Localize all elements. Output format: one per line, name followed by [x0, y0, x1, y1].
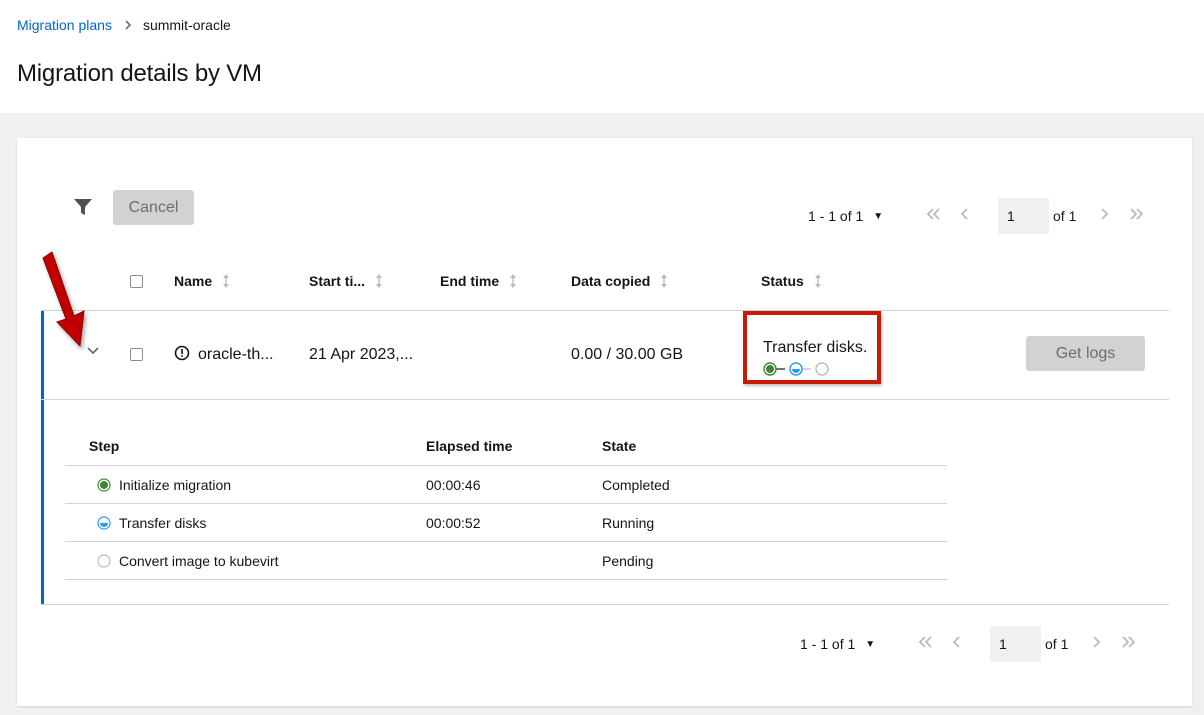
step-label: Transfer disks	[119, 515, 207, 531]
column-name-label: Name	[174, 273, 213, 289]
steps-column-state: State	[602, 438, 637, 454]
select-all-checkbox[interactable]	[130, 275, 143, 288]
column-end-label: End time	[440, 273, 500, 289]
caret-down-icon: ▼	[865, 638, 876, 650]
page-title: Migration details by VM	[17, 60, 262, 87]
steps-column-step: Step	[89, 438, 120, 454]
status-highlight-box: Transfer disks.	[743, 311, 881, 384]
last-page-icon[interactable]	[1129, 208, 1143, 220]
previous-page-icon[interactable]	[961, 208, 969, 220]
sort-icon[interactable]	[814, 274, 822, 288]
completed-circle-icon	[97, 478, 111, 492]
vm-name[interactable]: oracle-th...	[198, 346, 274, 364]
column-header-data-copied[interactable]: Data copied	[571, 273, 668, 289]
step-label: Convert image to kubevirt	[119, 553, 279, 569]
table-row: oracle-th... 21 Apr 2023,... 0.00 / 30.0…	[41, 311, 1169, 400]
previous-page-icon[interactable]	[953, 636, 961, 648]
pagination-range-text: 1 - 1 of 1	[800, 636, 856, 652]
step-state: Pending	[602, 553, 654, 569]
pagination-bottom: 1 - 1 of 1 ▼ of 1	[17, 626, 1192, 662]
step-elapsed: 00:00:52	[426, 515, 481, 531]
column-header-start-time[interactable]: Start ti...	[309, 273, 383, 289]
get-logs-button[interactable]: Get logs	[1026, 336, 1145, 371]
steps-table-header: Step Elapsed time State	[65, 430, 947, 466]
caret-down-icon: ▼	[873, 210, 884, 222]
last-page-icon[interactable]	[1121, 636, 1135, 648]
step-label: Initialize migration	[119, 477, 232, 493]
step-row: Initialize migration 00:00:46 Completed	[65, 466, 947, 504]
page-total-label: of 1	[1045, 636, 1069, 652]
pagination-top: 1 - 1 of 1 ▼ of 1	[17, 198, 1192, 234]
breadcrumb-current: summit-oracle	[142, 17, 231, 33]
column-data-copied-label: Data copied	[571, 273, 651, 289]
breadcrumb-migration-plans-link[interactable]: Migration plans	[17, 17, 112, 33]
chevron-right-icon	[124, 20, 132, 30]
first-page-icon[interactable]	[919, 636, 933, 648]
breadcrumb: Migration plans summit-oracle	[17, 17, 231, 33]
row-select-checkbox[interactable]	[130, 348, 143, 361]
next-page-icon[interactable]	[1092, 636, 1100, 648]
pagination-range-text: 1 - 1 of 1	[808, 208, 864, 224]
step-row: Transfer disks 00:00:52 Running	[65, 504, 947, 542]
column-header-end-time[interactable]: End time	[440, 273, 517, 289]
vm-start-time: 21 Apr 2023,...	[309, 346, 414, 363]
vm-data-copied: 0.00 / 30.00 GB	[571, 346, 684, 363]
page-header: Migration plans summit-oracle Migration …	[0, 0, 1204, 113]
steps-column-elapsed: Elapsed time	[426, 438, 513, 454]
current-page-input[interactable]	[998, 198, 1049, 234]
column-start-label: Start ti...	[309, 273, 366, 289]
step-state: Completed	[602, 477, 670, 493]
current-page-input[interactable]	[990, 626, 1041, 662]
step-elapsed: 00:00:46	[426, 477, 481, 493]
next-page-icon[interactable]	[1100, 208, 1108, 220]
pagination-range-toggle[interactable]: 1 - 1 of 1 ▼	[808, 208, 883, 224]
page-total-label: of 1	[1053, 208, 1077, 224]
column-status-label: Status	[761, 273, 804, 289]
column-header-name[interactable]: Name	[174, 273, 230, 289]
first-page-icon[interactable]	[927, 208, 941, 220]
expand-toggle-chevron-icon[interactable]	[85, 343, 101, 359]
pipeline-progress-icon	[763, 362, 829, 376]
table-bottom-divider	[41, 604, 1169, 605]
table-header: Name Start ti... End time Data copied St…	[41, 261, 1169, 311]
pagination-range-toggle[interactable]: 1 - 1 of 1 ▼	[800, 636, 875, 652]
column-header-status[interactable]: Status	[761, 273, 822, 289]
sort-icon[interactable]	[509, 274, 517, 288]
step-row: Convert image to kubevirt Pending	[65, 542, 947, 580]
step-state: Running	[602, 515, 655, 531]
sort-icon[interactable]	[222, 274, 230, 288]
vm-migration-card: Cancel 1 - 1 of 1 ▼ of 1 Name	[17, 138, 1192, 706]
pending-circle-icon	[97, 554, 111, 568]
vm-status-warning-icon	[174, 345, 190, 361]
sort-icon[interactable]	[660, 274, 668, 288]
sort-icon[interactable]	[375, 274, 383, 288]
vm-status-text: Transfer disks.	[763, 339, 868, 356]
running-circle-icon	[97, 516, 111, 530]
